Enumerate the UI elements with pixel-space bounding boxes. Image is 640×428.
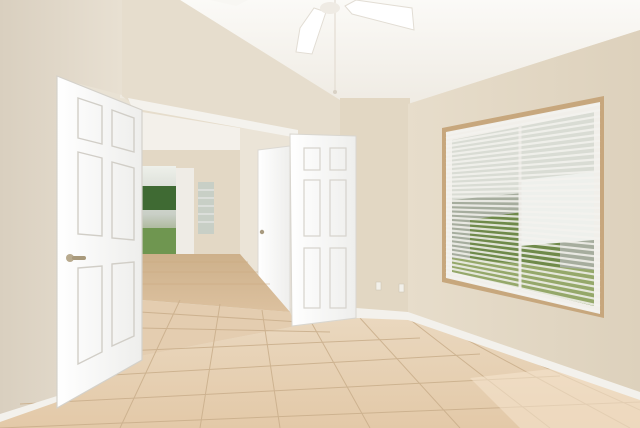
window-blinds-icon [442, 96, 604, 318]
room-illustration [0, 0, 640, 428]
blind-slat [445, 199, 601, 203]
room-photo [0, 0, 640, 428]
blind-slat [445, 194, 601, 198]
right-door [289, 133, 357, 327]
left-door [56, 75, 143, 410]
